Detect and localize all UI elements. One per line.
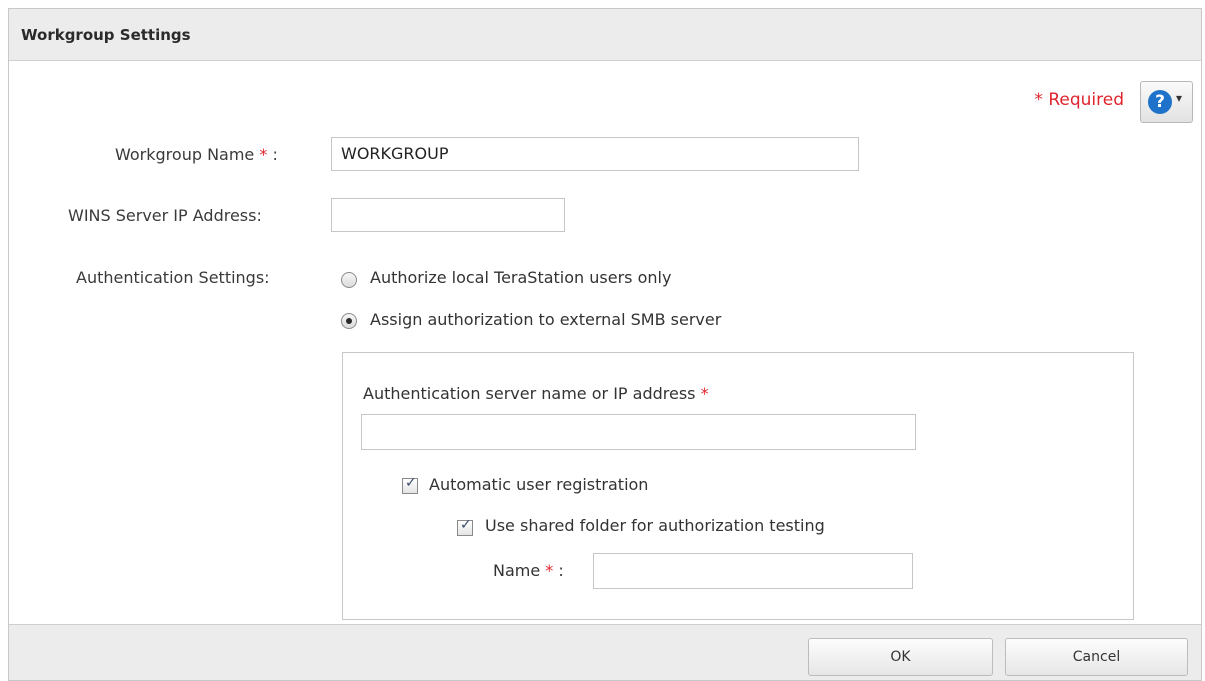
required-star: * xyxy=(545,561,554,580)
dialog-title: Workgroup Settings xyxy=(21,26,191,44)
checkmark-icon: ✓ xyxy=(405,475,417,491)
wins-server-input[interactable] xyxy=(331,198,565,232)
radio-external-smb[interactable] xyxy=(341,313,357,329)
shared-folder-label: Use shared folder for authorization test… xyxy=(485,516,825,535)
ok-button[interactable]: OK xyxy=(808,638,993,676)
workgroup-name-label: Workgroup Name * : xyxy=(115,145,278,164)
checkmark-icon: ✓ xyxy=(460,517,472,533)
external-smb-panel: Authentication server name or IP address… xyxy=(342,352,1134,620)
question-circle-icon: ? xyxy=(1148,90,1172,114)
wins-server-label: WINS Server IP Address: xyxy=(68,206,262,225)
dialog-titlebar: Workgroup Settings xyxy=(9,9,1201,61)
auto-register-label: Automatic user registration xyxy=(429,475,649,494)
radio-local-users[interactable] xyxy=(341,272,357,288)
workgroup-name-input[interactable]: WORKGROUP xyxy=(331,137,859,171)
help-button[interactable]: ? ▾ xyxy=(1140,81,1193,123)
dialog-footer: OK Cancel xyxy=(9,624,1201,680)
chevron-down-icon: ▾ xyxy=(1176,91,1183,105)
radio-external-smb-label: Assign authorization to external SMB ser… xyxy=(370,310,722,329)
workgroup-settings-dialog: Workgroup Settings * Required ? ▾ Workgr… xyxy=(8,8,1202,681)
auth-server-input[interactable] xyxy=(361,414,916,450)
auto-register-checkbox[interactable]: ✓ xyxy=(402,475,418,494)
share-name-input[interactable] xyxy=(593,553,913,589)
radio-local-users-label: Authorize local TeraStation users only xyxy=(370,268,672,287)
required-star: * xyxy=(700,384,709,403)
dialog-content: * Required ? ▾ Workgroup Name * : WORKGR… xyxy=(9,62,1201,624)
auth-server-label: Authentication server name or IP address… xyxy=(363,384,709,403)
cancel-button[interactable]: Cancel xyxy=(1005,638,1188,676)
share-name-label: Name * : xyxy=(493,561,564,580)
shared-folder-checkbox[interactable]: ✓ xyxy=(457,517,473,536)
required-star: * xyxy=(1034,90,1043,110)
required-note: * Required xyxy=(1034,90,1124,110)
required-label: Required xyxy=(1048,90,1124,110)
required-star: * xyxy=(259,145,268,164)
authentication-settings-label: Authentication Settings: xyxy=(76,268,270,287)
